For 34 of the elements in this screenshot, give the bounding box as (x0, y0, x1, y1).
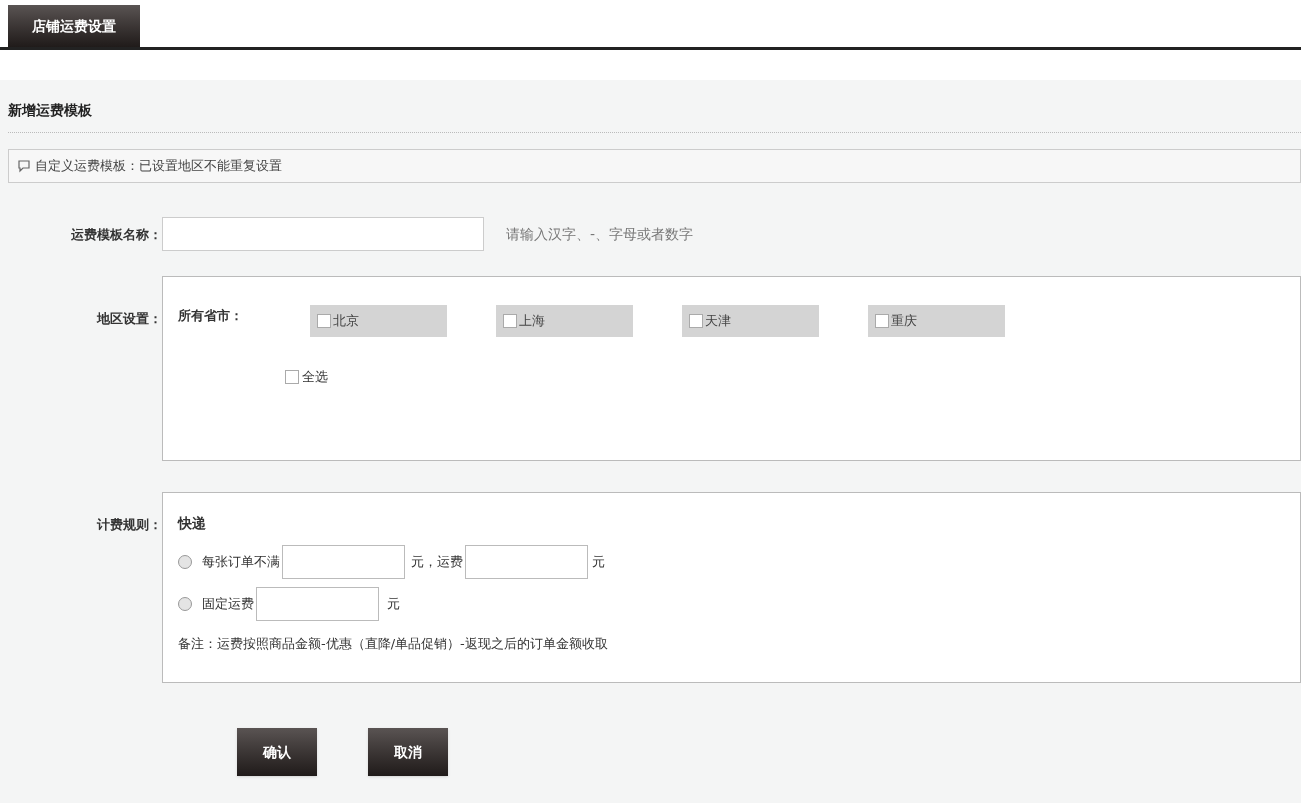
note-text: 备注：运费按照商品金额-优惠（直降/单品促销）-返现之后的订单金额收取 (178, 636, 608, 651)
city-label: 北京 (333, 312, 359, 331)
amount-field[interactable] (465, 545, 588, 579)
field-label: 计费规则： (97, 517, 162, 532)
city-label: 上海 (519, 312, 545, 331)
select-all-label: 全选 (302, 368, 328, 386)
action-button[interactable]: 确认 (237, 728, 317, 776)
radio-button[interactable] (178, 597, 192, 611)
hint-text: 请输入汉字、-、字母或者数字 (506, 224, 694, 244)
checkbox[interactable] (317, 314, 331, 328)
tab[interactable]: 店铺运费设置 (8, 5, 140, 47)
amount-field[interactable] (256, 587, 379, 621)
template-name-field[interactable] (162, 217, 484, 251)
checkbox[interactable] (875, 314, 889, 328)
action-button[interactable]: 取消 (368, 728, 448, 776)
city-label: 重庆 (891, 312, 917, 331)
amount-field[interactable] (282, 545, 405, 579)
city-label: 天津 (705, 312, 731, 331)
group-label: 所有省市： (178, 307, 244, 325)
option-text: 每张订单不满 (202, 553, 280, 572)
checkbox[interactable] (503, 314, 517, 328)
radio-button[interactable] (178, 555, 192, 569)
option-text: 固定运费 (202, 595, 254, 614)
section-title: 新增运费模板 (8, 102, 92, 118)
option-text: 元，运费 (411, 553, 463, 572)
notice-text: 自定义运费模板：已设置地区不能重复设置 (35, 157, 282, 176)
shipping-method: 快递 (178, 515, 206, 531)
field-label: 地区设置： (97, 311, 162, 326)
option-text: 元 (592, 553, 605, 572)
speech-bubble-icon (17, 159, 31, 173)
field-label: 运费模板名称： (71, 227, 162, 242)
option-text: 元 (387, 595, 400, 614)
checkbox[interactable] (689, 314, 703, 328)
checkbox[interactable] (285, 369, 299, 384)
